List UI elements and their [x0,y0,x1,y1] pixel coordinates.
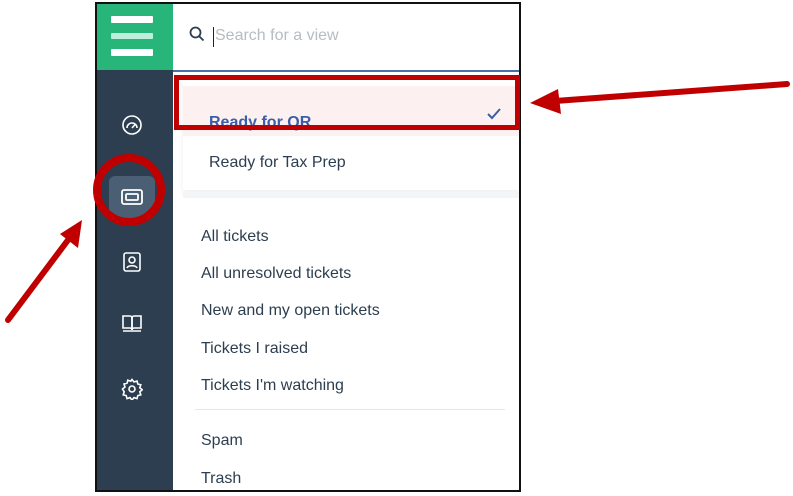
divider [195,409,505,410]
search-icon [189,26,205,42]
book-icon [122,315,142,332]
view-item-ready-for-tax-prep[interactable]: Ready for Tax Prep [209,154,346,172]
view-item-trash[interactable]: Trash [201,470,241,488]
view-item-all-tickets[interactable]: All tickets [201,228,269,246]
view-item-new-and-open[interactable]: New and my open tickets [201,302,380,320]
view-item-tickets-raised[interactable]: Tickets I raised [201,340,308,358]
nav-settings[interactable] [109,368,155,410]
section-gap [183,192,519,198]
text-caret [213,27,214,47]
contact-icon [123,252,141,272]
menu-logo-icon [111,16,153,56]
app-window: Ready for QR Ready for Tax Prep All tick… [95,2,521,492]
view-search-bar [173,4,519,72]
arrow-left-pointing-up [5,220,82,323]
nav-solutions[interactable] [109,302,155,344]
view-item-all-unresolved[interactable]: All unresolved tickets [201,265,351,283]
nav-tickets[interactable] [109,176,155,218]
view-search-input[interactable] [215,24,495,48]
ticket-icon [121,189,143,205]
nav-dashboard[interactable] [109,104,155,146]
pinned-views-section: Ready for QR Ready for Tax Prep [183,78,519,190]
gear-icon [121,378,143,400]
view-item-ready-for-qr[interactable]: Ready for QR [209,114,311,132]
arrow-right-pointing-left [530,81,790,114]
gauge-icon [122,115,142,135]
check-icon [487,108,501,120]
app-logo[interactable] [97,4,173,70]
sidebar [97,4,173,490]
view-item-spam[interactable]: Spam [201,432,243,450]
view-item-tickets-watching[interactable]: Tickets I'm watching [201,377,344,395]
nav-contacts[interactable] [109,241,155,283]
views-dropdown: Ready for QR Ready for Tax Prep All tick… [173,72,519,490]
